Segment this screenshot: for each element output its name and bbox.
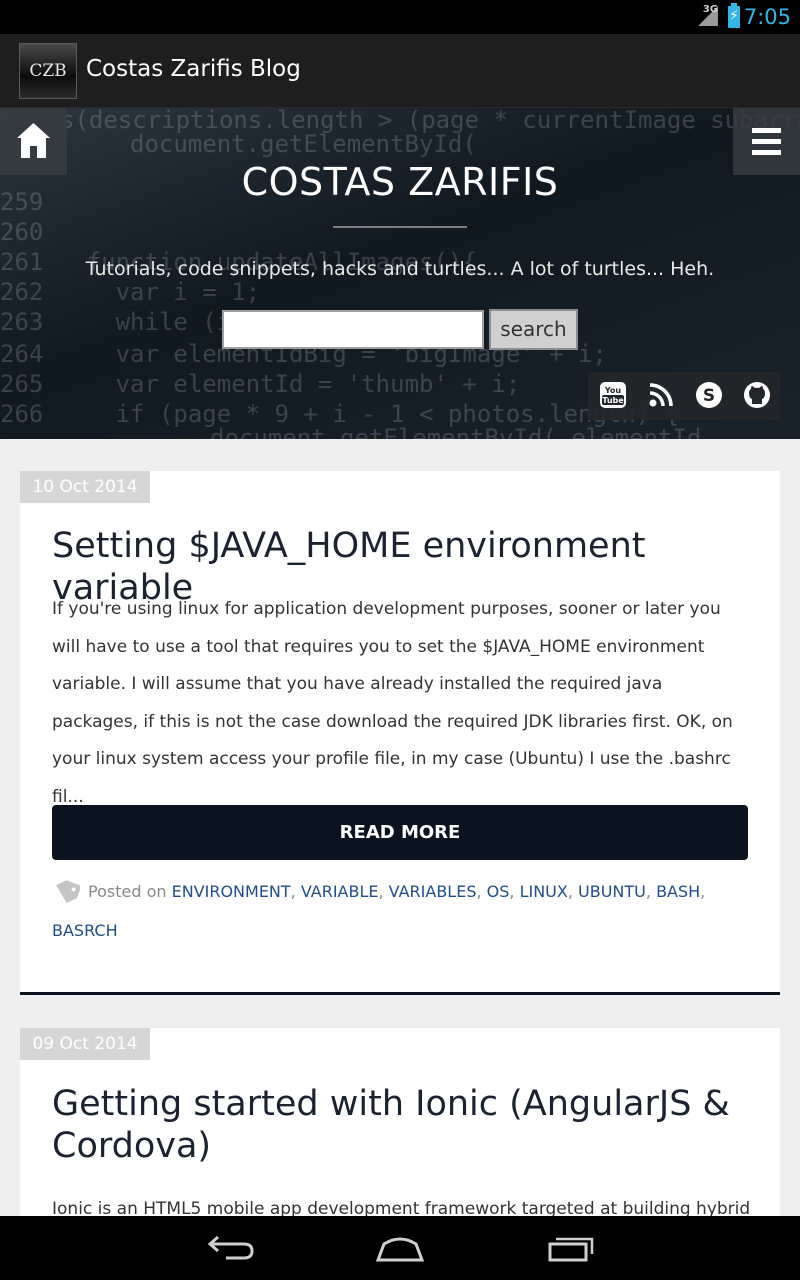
post-tags: Posted on ENVIRONMENT, VARIABLE, VARIABL… xyxy=(52,872,752,950)
tag-link[interactable]: VARIABLES xyxy=(389,882,477,901)
rss-icon[interactable] xyxy=(646,380,676,410)
youtube-icon[interactable]: You Tube xyxy=(598,380,628,410)
tag-link[interactable]: VARIABLE xyxy=(301,882,379,901)
system-nav-bar xyxy=(0,1216,800,1280)
svg-text:You: You xyxy=(604,386,622,395)
search-button[interactable]: search xyxy=(489,309,578,350)
post-date: 09 Oct 2014 xyxy=(20,1028,150,1060)
skype-icon[interactable]: S xyxy=(694,380,724,410)
title-divider xyxy=(333,226,467,228)
tag-link[interactable]: LINUX xyxy=(520,882,568,901)
status-bar: 3G ⚡ 7:05 xyxy=(0,0,800,34)
tag-link[interactable]: OS xyxy=(487,882,510,901)
search-input[interactable] xyxy=(222,310,484,349)
tag-link[interactable]: BASH xyxy=(656,882,700,901)
social-links: You Tube S xyxy=(588,372,780,420)
tag-icon xyxy=(56,879,80,903)
back-icon[interactable] xyxy=(204,1232,256,1268)
read-more-button[interactable]: READ MORE xyxy=(52,805,748,860)
tag-link[interactable]: BASRCH xyxy=(52,921,118,940)
site-tagline: Tutorials, code snippets, hacks and turt… xyxy=(85,258,715,280)
post-date: 10 Oct 2014 xyxy=(20,471,150,503)
network-type: 3G xyxy=(702,4,718,15)
home-icon[interactable] xyxy=(374,1232,426,1268)
post-title[interactable]: Getting started with Ionic (AngularJS & … xyxy=(52,1083,772,1167)
posted-on-label: Posted on xyxy=(88,882,167,901)
github-icon[interactable] xyxy=(742,380,772,410)
clock: 7:05 xyxy=(743,5,791,29)
hamburger-icon xyxy=(752,128,781,133)
svg-text:S: S xyxy=(703,386,715,406)
recent-apps-icon[interactable] xyxy=(546,1232,598,1268)
hero-banner: s(descriptions.length > (page * currentI… xyxy=(0,108,800,439)
battery-charging-icon: ⚡ xyxy=(728,3,740,28)
app-logo[interactable]: CZB xyxy=(19,43,77,99)
app-bar: CZB Costas Zarifis Blog xyxy=(0,34,800,108)
app-title: Costas Zarifis Blog xyxy=(86,56,301,82)
tag-link[interactable]: ENVIRONMENT xyxy=(172,882,291,901)
svg-text:Tube: Tube xyxy=(602,396,624,405)
tag-link[interactable]: UBUNTU xyxy=(578,882,646,901)
post-separator xyxy=(20,992,780,995)
post-excerpt: If you're using linux for application de… xyxy=(52,599,733,807)
site-title: COSTAS ZARIFIS xyxy=(241,160,559,204)
